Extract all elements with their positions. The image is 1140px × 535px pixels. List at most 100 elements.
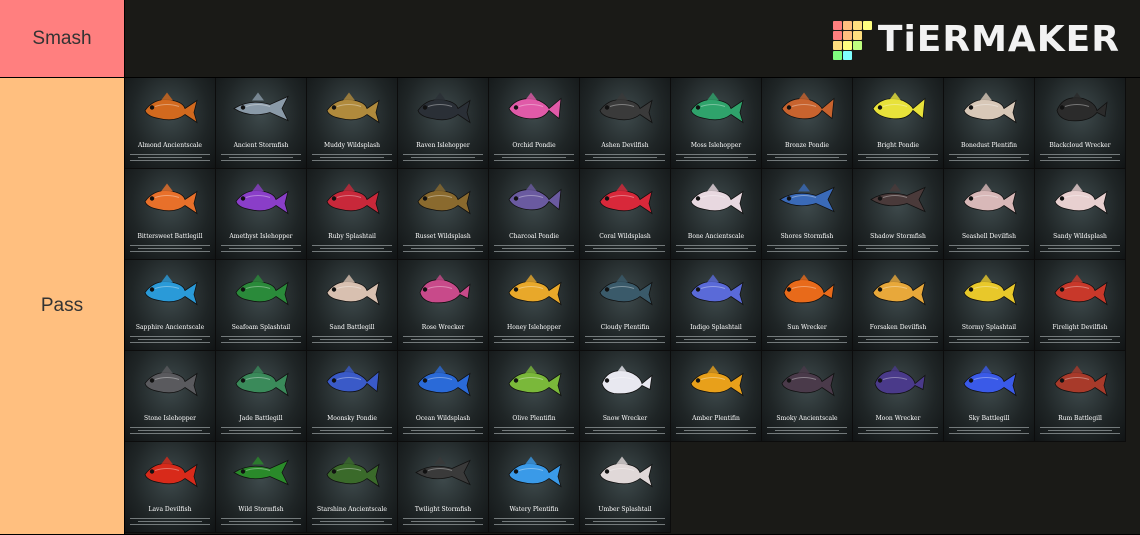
fish-card-description-lines [585, 245, 665, 259]
fish-card[interactable]: Shores Stormfish [762, 169, 853, 260]
fish-card[interactable]: Moonsky Pondie [307, 351, 398, 442]
fish-card[interactable]: Amethyst Islehopper [216, 169, 307, 260]
splashtail-icon [685, 271, 747, 316]
fish-card-description-lines [676, 154, 756, 168]
fish-card[interactable]: Sandy Wildsplash [1035, 169, 1126, 260]
fish-card[interactable]: Charcoal Pondie [489, 169, 580, 260]
fish-card-name: Shadow Stormfish [870, 233, 926, 240]
fish-card[interactable]: Lava Devilfish [125, 442, 216, 533]
fish-card[interactable]: Sky Battlegill [944, 351, 1035, 442]
fish-card[interactable]: Bone Ancientscale [671, 169, 762, 260]
fish-card-description-lines [221, 245, 301, 259]
fish-card-description-lines [1040, 154, 1120, 168]
pondie-icon [867, 89, 929, 134]
tier-label-pass[interactable]: Pass [0, 78, 125, 534]
fish-card[interactable]: Amber Plentifin [671, 351, 762, 442]
logo-square [862, 20, 872, 30]
fish-card[interactable]: Sun Wrecker [762, 260, 853, 351]
fish-card[interactable]: Orchid Pondie [489, 78, 580, 169]
fish-card-name: Olive Plentifin [512, 415, 556, 422]
fish-card[interactable]: Coral Wildsplash [580, 169, 671, 260]
fish-card[interactable]: Watery Plentifin [489, 442, 580, 533]
fish-card[interactable]: Cloudy Plentifin [580, 260, 671, 351]
tier-items-pass[interactable]: Almond Ancientscale Ancient Stormfish Mudd… [125, 78, 1140, 534]
devilfish-icon [594, 89, 656, 134]
fish-card[interactable]: Bronze Pondie [762, 78, 853, 169]
fish-card[interactable]: Starshine Ancientscale [307, 442, 398, 533]
fish-card-description-lines [949, 336, 1029, 350]
fish-card[interactable]: Seafoam Splashtail [216, 260, 307, 351]
splashtail-icon [321, 180, 383, 225]
fish-card[interactable]: Stormy Splashtail [944, 260, 1035, 351]
fish-card-description-lines [494, 245, 574, 259]
battlegill-icon [321, 271, 383, 316]
plentifin-icon [958, 89, 1020, 134]
fish-card-name: Sky Battlegill [968, 415, 1010, 422]
fish-card-name: Ocean Wildsplash [415, 415, 471, 422]
fish-card[interactable]: Ashen Devilfish [580, 78, 671, 169]
fish-card[interactable]: Olive Plentifin [489, 351, 580, 442]
logo-square [842, 50, 852, 60]
islehopper-icon [230, 180, 292, 225]
fish-card[interactable]: Blackcloud Wrecker [1035, 78, 1126, 169]
tier-items-smash[interactable]: TiERMAKER [125, 0, 1140, 77]
fish-card[interactable]: Smoky Ancientscale [762, 351, 853, 442]
fish-card[interactable]: Moon Wrecker [853, 351, 944, 442]
fish-card[interactable]: Honey Islehopper [489, 260, 580, 351]
fish-card[interactable]: Firelight Devilfish [1035, 260, 1126, 351]
fish-card-description-lines [130, 336, 210, 350]
fish-card[interactable]: Jade Battlegill [216, 351, 307, 442]
fish-card-description-lines [949, 245, 1029, 259]
fish-card[interactable]: Muddy Wildsplash [307, 78, 398, 169]
fish-card[interactable]: Raven Islehopper [398, 78, 489, 169]
fish-card[interactable]: Indigo Splashtail [671, 260, 762, 351]
fish-card-description-lines [585, 154, 665, 168]
fish-card-description-lines [494, 518, 574, 532]
fish-card[interactable]: Almond Ancientscale [125, 78, 216, 169]
tier-label-smash[interactable]: Smash [0, 0, 125, 77]
fish-card-description-lines [585, 518, 665, 532]
fish-card[interactable]: Moss Islehopper [671, 78, 762, 169]
fish-card[interactable]: Ocean Wildsplash [398, 351, 489, 442]
devilfish-icon [139, 453, 201, 498]
logo-square [842, 30, 852, 40]
logo-square [832, 50, 842, 60]
fish-card[interactable]: Stone Islehopper [125, 351, 216, 442]
fish-card[interactable]: Bittersweet Battlegill [125, 169, 216, 260]
fish-card[interactable]: Rum Battlegill [1035, 351, 1126, 442]
fish-card[interactable]: Twilight Stormfish [398, 442, 489, 533]
fish-card-name: Raven Islehopper [416, 142, 470, 149]
fish-card[interactable]: Forsaken Devilfish [853, 260, 944, 351]
fish-card-name: Smoky Ancientscale [776, 415, 838, 422]
fish-card[interactable]: Sapphire Ancientscale [125, 260, 216, 351]
fish-card[interactable]: Wild Stormfish [216, 442, 307, 533]
fish-card-description-lines [676, 336, 756, 350]
stormfish-icon [867, 180, 929, 225]
fish-card[interactable]: Ancient Stormfish [216, 78, 307, 169]
fish-card-name: Seashell Devilfish [961, 233, 1016, 240]
stormfish-icon [776, 180, 838, 225]
pondie-icon [776, 89, 838, 134]
fish-card[interactable]: Bonedust Plentifin [944, 78, 1035, 169]
logo-square [852, 30, 862, 40]
fish-card[interactable]: Shadow Stormfish [853, 169, 944, 260]
splashtail-icon [230, 271, 292, 316]
wrecker-icon [867, 362, 929, 407]
fish-card[interactable]: Russet Wildsplash [398, 169, 489, 260]
splashtail-icon [958, 271, 1020, 316]
fish-card-name: Twilight Stormfish [414, 506, 472, 513]
fish-card[interactable]: Rose Wrecker [398, 260, 489, 351]
fish-card[interactable]: Sand Battlegill [307, 260, 398, 351]
fish-card-description-lines [767, 154, 847, 168]
islehopper-icon [139, 362, 201, 407]
fish-card[interactable]: Snow Wrecker [580, 351, 671, 442]
devilfish-icon [1049, 271, 1111, 316]
fish-card[interactable]: Umber Splashtail [580, 442, 671, 533]
fish-card[interactable]: Bright Pondie [853, 78, 944, 169]
fish-card[interactable]: Seashell Devilfish [944, 169, 1035, 260]
fish-card[interactable]: Ruby Splashtail [307, 169, 398, 260]
logo-square [832, 40, 842, 50]
fish-card-description-lines [403, 518, 483, 532]
fish-card-description-lines [312, 245, 392, 259]
fish-icon [412, 180, 474, 225]
